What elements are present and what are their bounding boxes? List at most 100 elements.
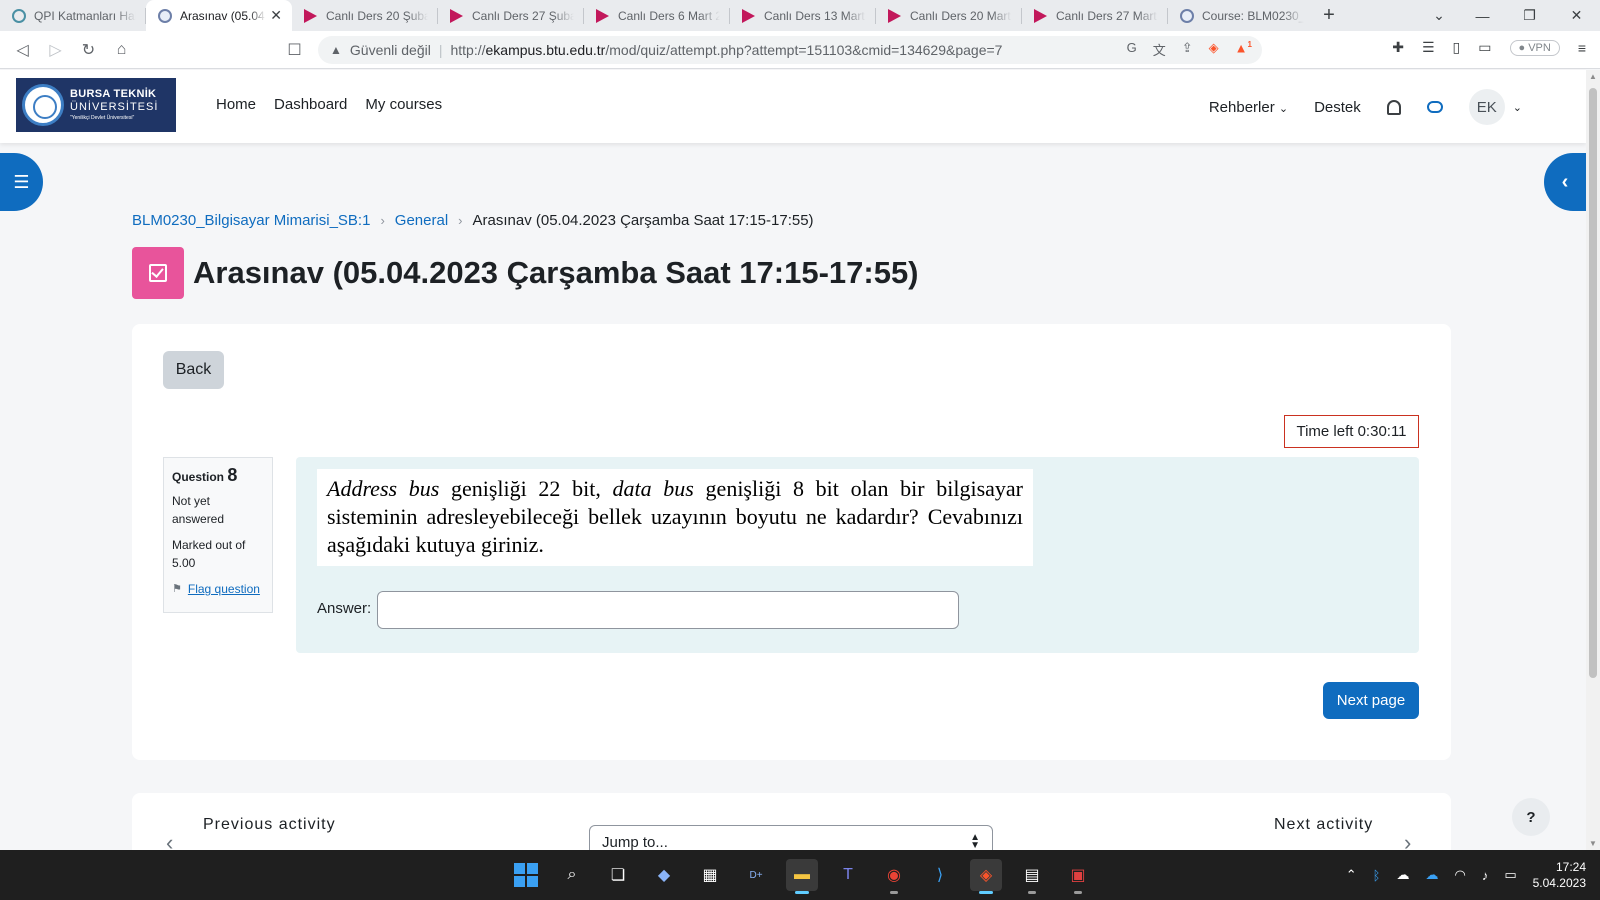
user-menu[interactable]: EK ⌄ — [1468, 89, 1522, 125]
browser-tab[interactable]: Canlı Ders 13 Mart — [730, 0, 876, 31]
question-status: Not yet answered — [172, 494, 225, 526]
browser-toolbar: ◁ ▷ ↻ ⌂ ☐ ▲ Güvenli değil | http://ekamp… — [0, 31, 1600, 69]
destek-link[interactable]: Destek — [1314, 99, 1361, 116]
wallet-icon[interactable]: ▭ — [1478, 39, 1491, 56]
breadcrumb-section[interactable]: General — [395, 212, 448, 229]
close-tab-icon[interactable]: ✕ — [270, 7, 282, 24]
restore-icon[interactable]: ❐ — [1506, 7, 1553, 24]
answer-input[interactable] — [377, 591, 959, 629]
help-button[interactable]: ? — [1512, 798, 1550, 836]
calculator-icon[interactable]: ▤ — [1016, 859, 1048, 894]
tab-favicon-icon — [742, 8, 756, 23]
nav-home[interactable]: Home — [216, 96, 256, 113]
browser-tab[interactable]: Canlı Ders 27 Mart — [1022, 0, 1168, 31]
back-arrow-icon[interactable]: ◁ — [6, 40, 39, 60]
reload-icon[interactable]: ↻ — [72, 40, 105, 60]
vscode-icon[interactable]: ⟩ — [924, 859, 956, 891]
avatar[interactable]: EK — [1468, 89, 1505, 125]
page-scrollbar[interactable]: ▲ ▼ — [1586, 70, 1600, 850]
chevron-right-icon: › — [458, 213, 463, 228]
cloud-sync-icon[interactable]: ☁ — [1396, 867, 1409, 883]
chevron-up-icon[interactable]: ⌃ — [1346, 867, 1357, 883]
back-button[interactable]: Back — [163, 351, 224, 389]
browser-tab-active[interactable]: Arasınav (05.04 ✕ — [146, 0, 292, 31]
extensions-icon[interactable]: ✚ — [1392, 39, 1404, 56]
browser-tab[interactable]: Course: BLM0230_B — [1168, 0, 1314, 31]
course-index-drawer-toggle[interactable]: ☰ — [0, 153, 43, 211]
browser-tab[interactable]: Canlı Ders 6 Mart 2 — [584, 0, 730, 31]
chevron-down-icon: ⌄ — [1512, 101, 1522, 114]
browser-tab[interactable]: Canlı Ders 20 Şubat — [292, 0, 438, 31]
warning-icon[interactable]: ▲ — [330, 43, 342, 57]
onedrive-icon[interactable]: ☁ — [1425, 867, 1438, 883]
windows-taskbar: ⌕ ❏ ◆ ▦ D+ ▬ T ◉ ⟩ ◈ ▤ ▣ ⌃ ᛒ ☁ ☁ ◠ ♪ ▭ 1… — [0, 850, 1600, 900]
battery-icon[interactable]: ▭ — [1504, 867, 1516, 883]
quiz-icon — [132, 247, 184, 299]
vpn-button[interactable]: ● VPN — [1509, 39, 1560, 56]
security-label[interactable]: Güvenli değil — [350, 42, 431, 58]
translate-icon[interactable]: 文 — [1153, 40, 1166, 59]
tab-favicon-icon — [888, 8, 902, 23]
search-icon[interactable]: ⌕ — [556, 859, 588, 891]
copilot-icon[interactable]: ◆ — [648, 859, 680, 891]
brave-shields-icon[interactable]: ◈ — [1209, 40, 1219, 59]
home-icon[interactable]: ⌂ — [105, 41, 138, 59]
notification-bell-icon[interactable] — [1386, 99, 1401, 115]
block-drawer-toggle[interactable]: ‹ — [1544, 153, 1586, 211]
browser-tab-bar: QPI Katmanları Hak Arasınav (05.04 ✕ Canl… — [0, 0, 1600, 31]
start-button[interactable] — [510, 859, 542, 891]
address-bar[interactable]: ▲ Güvenli değil | http://ekampus.btu.edu… — [318, 36, 1262, 64]
next-activity-link[interactable]: Next activity — [1274, 816, 1373, 834]
tab-search-icon[interactable]: ⌄ — [1419, 7, 1459, 24]
select-caret-icon: ▲ ▼ — [970, 832, 980, 851]
next-page-button[interactable]: Next page — [1323, 682, 1419, 719]
nav-my-courses[interactable]: My courses — [365, 96, 442, 113]
new-tab-button[interactable]: + — [1314, 0, 1344, 31]
answer-label: Answer: — [317, 600, 372, 617]
task-view-icon[interactable]: ❏ — [602, 859, 634, 891]
page-title: Arasınav (05.04.2023 Çarşamba Saat 17:15… — [193, 255, 919, 290]
bookmark-icon[interactable]: ☐ — [278, 40, 311, 60]
share-icon[interactable]: ⇪ — [1182, 40, 1193, 59]
university-seal-icon — [22, 84, 64, 126]
flag-question-link[interactable]: Flag question — [188, 580, 260, 598]
store-icon[interactable]: ▦ — [694, 859, 726, 891]
breadcrumb-course[interactable]: BLM0230_Bilgisayar Mimarisi_SB:1 — [132, 212, 370, 229]
chevron-down-icon: ⌄ — [1278, 102, 1289, 115]
browser-tab[interactable]: Canlı Ders 20 Mart — [876, 0, 1022, 31]
tab-favicon-icon — [1180, 8, 1194, 23]
google-icon[interactable]: G — [1127, 40, 1137, 59]
bluetooth-icon[interactable]: ᛒ — [1373, 868, 1381, 883]
close-window-icon[interactable]: ✕ — [1553, 7, 1600, 24]
university-logo[interactable]: BURSA TEKNİK ÜNİVERSİTESİ "Yenilikçi Dev… — [16, 78, 176, 132]
brave-icon[interactable]: ◈ — [970, 859, 1002, 894]
windows-icon — [514, 863, 538, 887]
rehberler-menu[interactable]: Rehberler ⌄ — [1209, 99, 1288, 116]
pdf-reader-icon[interactable]: ▣ — [1062, 859, 1094, 894]
tab-favicon-icon — [596, 8, 610, 23]
nav-dashboard[interactable]: Dashboard — [274, 96, 347, 113]
sidebar-icon[interactable]: ▯ — [1453, 39, 1461, 56]
teams-icon[interactable]: T — [832, 859, 864, 891]
tab-favicon-icon — [1034, 8, 1048, 23]
file-explorer-icon[interactable]: ▬ — [786, 859, 818, 894]
forward-arrow-icon[interactable]: ▷ — [39, 40, 72, 60]
tab-favicon-icon — [450, 8, 464, 23]
system-clock[interactable]: 17:24 5.04.2023 — [1533, 859, 1586, 891]
browser-tab[interactable]: Canlı Ders 27 Şubat — [438, 0, 584, 31]
volume-icon[interactable]: ♪ — [1482, 868, 1489, 883]
chrome-icon[interactable]: ◉ — [878, 859, 910, 894]
quiz-timer: Time left 0:30:11 — [1284, 415, 1419, 448]
minimize-icon[interactable]: — — [1459, 8, 1506, 24]
browser-tab[interactable]: QPI Katmanları Hak — [0, 0, 146, 31]
menu-icon[interactable]: ≡ — [1578, 40, 1586, 56]
wifi-icon[interactable]: ◠ — [1454, 867, 1465, 883]
previous-activity-link[interactable]: Previous activity — [203, 816, 336, 834]
url-text[interactable]: http://ekampus.btu.edu.tr/mod/quiz/attem… — [450, 42, 1002, 58]
brave-rewards-icon[interactable]: ▲1 — [1235, 40, 1252, 59]
window-controls: ⌄ — ❐ ✕ — [1419, 0, 1600, 31]
playlist-icon[interactable]: ☰ — [1422, 39, 1435, 56]
messages-icon[interactable] — [1426, 101, 1443, 113]
flag-icon[interactable]: ⚑ — [172, 580, 182, 598]
disney-icon[interactable]: D+ — [740, 859, 772, 891]
